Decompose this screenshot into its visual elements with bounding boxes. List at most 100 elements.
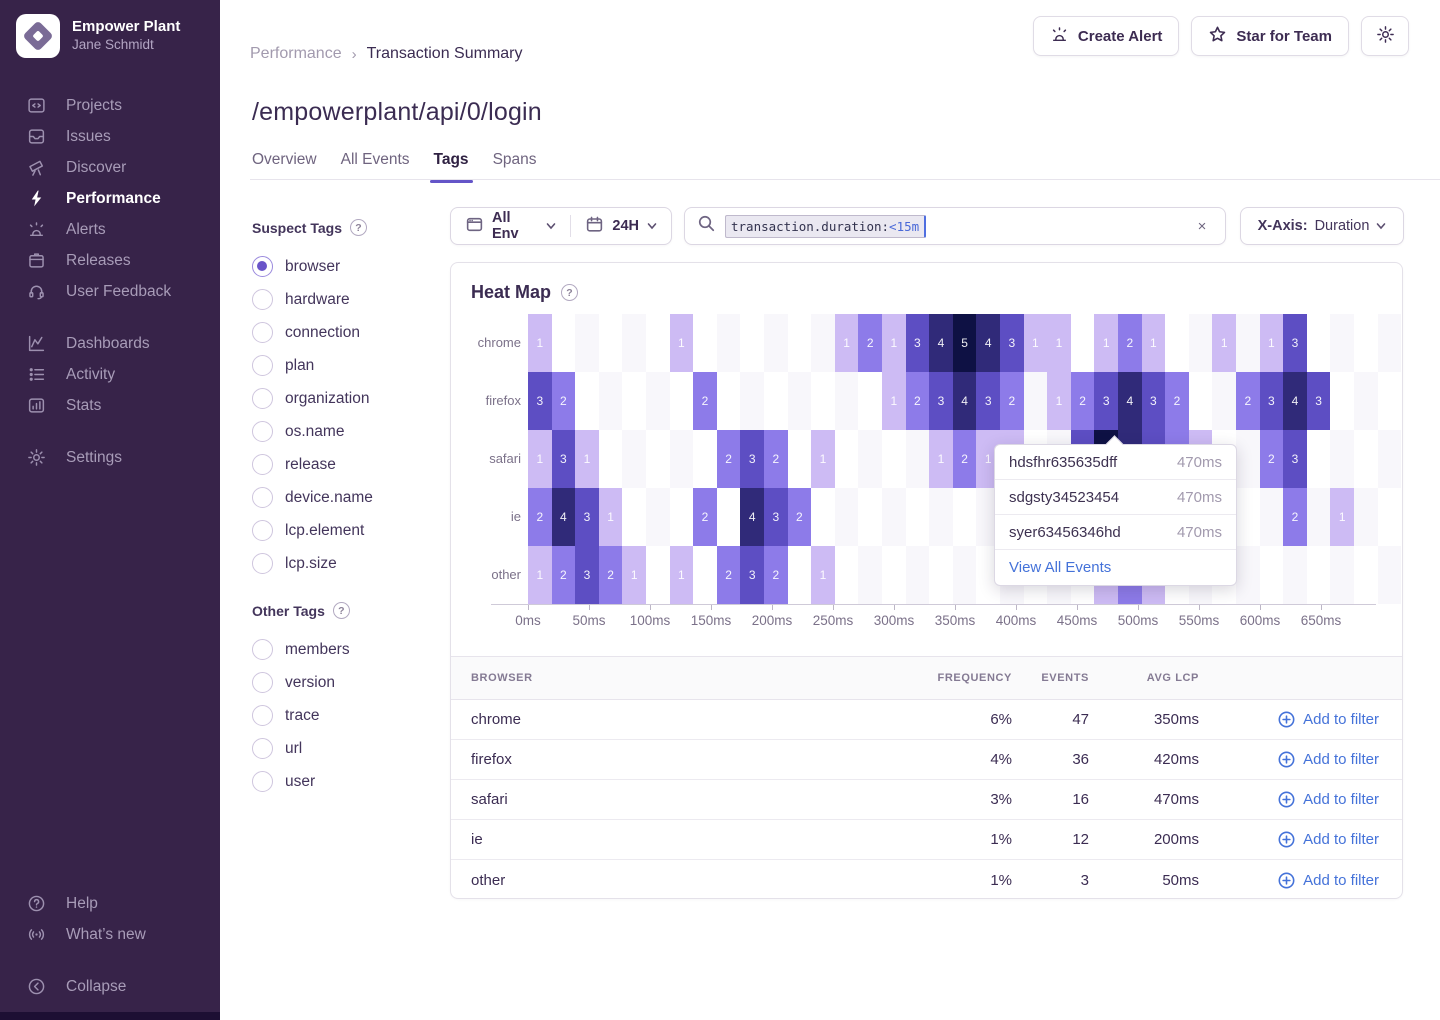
tag-radio-release[interactable]: release bbox=[252, 448, 432, 481]
xaxis-dropdown[interactable]: X-Axis: Duration bbox=[1240, 207, 1404, 245]
radio-icon[interactable] bbox=[252, 520, 273, 541]
radio-icon[interactable] bbox=[252, 256, 273, 277]
sidebar-item-discover[interactable]: Discover bbox=[0, 152, 220, 183]
heatmap-cell[interactable]: 3 bbox=[1094, 372, 1118, 430]
heatmap-cell[interactable]: 2 bbox=[1000, 372, 1024, 430]
radio-icon[interactable] bbox=[252, 289, 273, 310]
question-icon[interactable]: ? bbox=[561, 284, 578, 301]
heatmap-cell[interactable]: 1 bbox=[1212, 314, 1236, 372]
sidebar-item-projects[interactable]: Projects bbox=[0, 90, 220, 121]
star-for-team-button[interactable]: Star for Team bbox=[1191, 16, 1349, 56]
heatmap-cell[interactable]: 3 bbox=[1000, 314, 1024, 372]
heatmap-cell[interactable]: 2 bbox=[764, 430, 788, 488]
heatmap-cell[interactable]: 1 bbox=[1142, 314, 1166, 372]
heatmap-cell[interactable]: 1 bbox=[811, 546, 835, 604]
heatmap-cell[interactable]: 4 bbox=[740, 488, 764, 546]
heatmap-cell[interactable]: 3 bbox=[1283, 430, 1307, 488]
tag-radio-version[interactable]: version bbox=[252, 666, 432, 699]
add-to-filter-link[interactable]: Add to filter bbox=[1277, 871, 1379, 890]
radio-icon[interactable] bbox=[252, 672, 273, 693]
heatmap-cell[interactable]: 5 bbox=[953, 314, 977, 372]
radio-icon[interactable] bbox=[252, 705, 273, 726]
tag-radio-trace[interactable]: trace bbox=[252, 699, 432, 732]
radio-icon[interactable] bbox=[252, 639, 273, 660]
time-range-dropdown[interactable]: 24H bbox=[571, 208, 671, 244]
heatmap-cell[interactable]: 4 bbox=[929, 314, 953, 372]
heatmap-cell[interactable]: 2 bbox=[1165, 372, 1189, 430]
heatmap-cell[interactable]: 1 bbox=[1047, 314, 1071, 372]
create-alert-button[interactable]: Create Alert bbox=[1033, 16, 1179, 56]
sidebar-item-releases[interactable]: Releases bbox=[0, 245, 220, 276]
radio-icon[interactable] bbox=[252, 487, 273, 508]
heatmap-cell[interactable]: 3 bbox=[740, 546, 764, 604]
heatmap-cell[interactable]: 2 bbox=[1260, 430, 1284, 488]
tag-radio-plan[interactable]: plan bbox=[252, 349, 432, 382]
sidebar-item-issues[interactable]: Issues bbox=[0, 121, 220, 152]
heatmap-cell[interactable]: 4 bbox=[953, 372, 977, 430]
sidebar-item-what-s-new[interactable]: What’s new bbox=[0, 919, 220, 950]
org-switcher[interactable]: Empower Plant Jane Schmidt bbox=[0, 0, 220, 68]
sidebar-item-user-feedback[interactable]: User Feedback bbox=[0, 276, 220, 307]
heatmap-cell[interactable]: 2 bbox=[552, 546, 576, 604]
sidebar-item-collapse[interactable]: Collapse bbox=[0, 971, 220, 1002]
tag-radio-lcp-size[interactable]: lcp.size bbox=[252, 547, 432, 580]
heatmap-cell[interactable]: 2 bbox=[953, 430, 977, 488]
heatmap-cell[interactable]: 3 bbox=[976, 372, 1000, 430]
heatmap-cell[interactable]: 2 bbox=[552, 372, 576, 430]
heatmap-cell[interactable]: 1 bbox=[599, 488, 623, 546]
tag-radio-os-name[interactable]: os.name bbox=[252, 415, 432, 448]
add-to-filter-link[interactable]: Add to filter bbox=[1277, 830, 1379, 849]
heatmap-cell[interactable]: 2 bbox=[906, 372, 930, 430]
heatmap-cell[interactable]: 1 bbox=[1094, 314, 1118, 372]
search-token[interactable]: transaction.duration:<15m bbox=[725, 215, 926, 238]
heatmap-cell[interactable]: 3 bbox=[528, 372, 552, 430]
question-icon[interactable]: ? bbox=[350, 219, 367, 236]
radio-icon[interactable] bbox=[252, 771, 273, 792]
heatmap-cell[interactable]: 1 bbox=[1024, 314, 1048, 372]
clear-search-icon[interactable]: × bbox=[1193, 217, 1211, 235]
tag-radio-url[interactable]: url bbox=[252, 732, 432, 765]
add-to-filter-link[interactable]: Add to filter bbox=[1277, 790, 1379, 809]
search-input[interactable]: transaction.duration:<15m × bbox=[684, 207, 1226, 245]
sidebar-item-settings[interactable]: Settings bbox=[0, 442, 220, 473]
heatmap-cell[interactable]: 1 bbox=[622, 546, 646, 604]
heatmap-cell[interactable]: 2 bbox=[528, 488, 552, 546]
heatmap-cell[interactable]: 2 bbox=[764, 546, 788, 604]
heatmap-cell[interactable]: 3 bbox=[906, 314, 930, 372]
sidebar-item-performance[interactable]: Performance bbox=[0, 183, 220, 214]
heatmap-cell[interactable]: 3 bbox=[552, 430, 576, 488]
sidebar-item-stats[interactable]: Stats bbox=[0, 390, 220, 421]
heatmap-cell[interactable]: 1 bbox=[1047, 372, 1071, 430]
heatmap-cell[interactable]: 2 bbox=[599, 546, 623, 604]
heatmap-cell[interactable]: 3 bbox=[1283, 314, 1307, 372]
heatmap-cell[interactable]: 1 bbox=[528, 430, 552, 488]
heatmap-cell[interactable]: 3 bbox=[1260, 372, 1284, 430]
tag-radio-hardware[interactable]: hardware bbox=[252, 283, 432, 316]
heatmap-cell[interactable]: 2 bbox=[693, 372, 717, 430]
heatmap-cell[interactable]: 2 bbox=[693, 488, 717, 546]
heatmap-cell[interactable]: 1 bbox=[1330, 488, 1354, 546]
sidebar-item-help[interactable]: Help bbox=[0, 888, 220, 919]
heatmap-cell[interactable]: 1 bbox=[670, 546, 694, 604]
tag-radio-organization[interactable]: organization bbox=[252, 382, 432, 415]
tag-radio-lcp-element[interactable]: lcp.element bbox=[252, 514, 432, 547]
heatmap-cell[interactable]: 2 bbox=[717, 430, 741, 488]
heatmap-cell[interactable]: 1 bbox=[811, 430, 835, 488]
heatmap-cell[interactable]: 2 bbox=[717, 546, 741, 604]
radio-icon[interactable] bbox=[252, 322, 273, 343]
heatmap-cell[interactable]: 3 bbox=[575, 488, 599, 546]
radio-icon[interactable] bbox=[252, 738, 273, 759]
heatmap-cell[interactable]: 1 bbox=[670, 314, 694, 372]
heatmap-cell[interactable]: 1 bbox=[882, 314, 906, 372]
heatmap-cell[interactable]: 2 bbox=[788, 488, 812, 546]
heatmap-cell[interactable]: 1 bbox=[1260, 314, 1284, 372]
heatmap-cell[interactable]: 3 bbox=[575, 546, 599, 604]
heatmap-cell[interactable]: 1 bbox=[528, 314, 552, 372]
heatmap-cell[interactable]: 4 bbox=[976, 314, 1000, 372]
environment-dropdown[interactable]: All Env bbox=[451, 208, 570, 244]
question-icon[interactable]: ? bbox=[333, 602, 350, 619]
tooltip-event-row[interactable]: syer63456346hd470ms bbox=[995, 515, 1236, 550]
tag-radio-members[interactable]: members bbox=[252, 633, 432, 666]
sidebar-item-dashboards[interactable]: Dashboards bbox=[0, 328, 220, 359]
radio-icon[interactable] bbox=[252, 454, 273, 475]
